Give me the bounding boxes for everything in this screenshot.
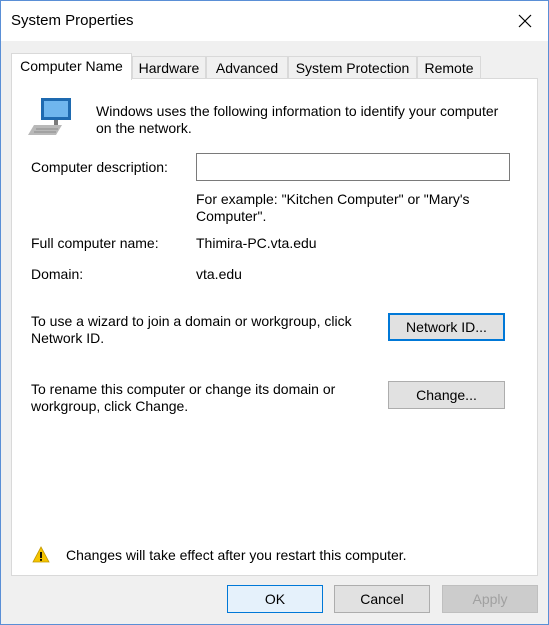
- domain-label: Domain:: [31, 266, 84, 282]
- rename-text: To rename this computer or change its do…: [31, 381, 336, 414]
- window-title: System Properties: [11, 12, 134, 29]
- full-computer-name-value: Thimira-PC.vta.edu: [196, 235, 317, 251]
- network-id-text: To use a wizard to join a domain or work…: [31, 313, 352, 346]
- tab-remote[interactable]: Remote: [417, 56, 481, 79]
- close-icon: [518, 14, 532, 28]
- tab-computer-name[interactable]: Computer Name: [11, 53, 132, 80]
- title-bar: System Properties: [1, 1, 548, 41]
- description-example-text: For example: "Kitchen Computer" or "Mary…: [196, 191, 470, 224]
- close-button[interactable]: [502, 1, 548, 41]
- tab-advanced[interactable]: Advanced: [206, 56, 288, 79]
- full-computer-name-label: Full computer name:: [31, 235, 159, 251]
- network-id-button[interactable]: Network ID...: [388, 313, 505, 341]
- intro-text: Windows uses the following information t…: [96, 103, 499, 136]
- cancel-button[interactable]: Cancel: [334, 585, 430, 613]
- apply-button[interactable]: Apply: [442, 585, 538, 613]
- warning-icon: [32, 546, 50, 563]
- computer-icon: [28, 98, 71, 135]
- change-button[interactable]: Change...: [388, 381, 505, 409]
- computer-name-panel: Windows uses the following information t…: [11, 78, 538, 576]
- system-properties-window: System Properties Computer Name Hardware…: [0, 0, 549, 625]
- tab-hardware[interactable]: Hardware: [132, 56, 206, 79]
- computer-description-label: Computer description:: [31, 159, 168, 175]
- domain-value: vta.edu: [196, 266, 242, 282]
- computer-description-input[interactable]: [196, 153, 510, 181]
- warning-text: Changes will take effect after you resta…: [66, 547, 407, 563]
- ok-button[interactable]: OK: [227, 585, 323, 613]
- tab-system-protection[interactable]: System Protection: [288, 56, 417, 79]
